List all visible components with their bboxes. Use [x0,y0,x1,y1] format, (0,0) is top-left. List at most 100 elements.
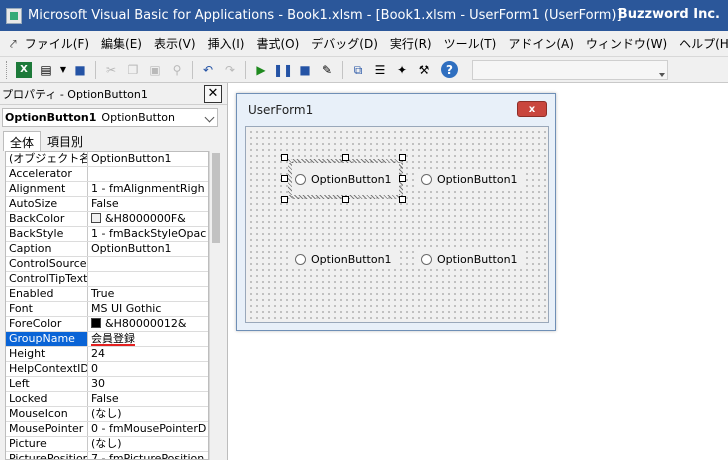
userform-designer-window[interactable]: UserForm1 x OptionButton1 OptionButton1 … [236,93,556,331]
property-value[interactable]: False [88,197,208,211]
resize-handle[interactable] [281,175,288,182]
close-icon[interactable]: ✕ [204,84,222,103]
property-value[interactable]: 24 [88,347,208,361]
option-button-1[interactable]: OptionButton1 [292,171,396,187]
property-value[interactable]: 30 [88,377,208,391]
property-row[interactable]: Left 30 [6,377,208,392]
userform-canvas[interactable]: OptionButton1 OptionButton1 OptionButton… [245,126,549,323]
project-explorer-icon[interactable]: ⧉ [349,61,367,79]
find-icon[interactable]: ⚲ [168,61,186,79]
property-grid-scrollbar[interactable] [209,151,222,460]
property-value[interactable]: True [88,287,208,301]
property-name: Height [6,347,88,361]
copy-icon[interactable]: ❐ [124,61,142,79]
save-icon[interactable]: ■ [71,61,89,79]
resize-handle[interactable] [281,196,288,203]
property-row[interactable]: HelpContextID 0 [6,362,208,377]
property-value[interactable] [88,257,208,271]
menu-help[interactable]: ヘルプ(H) [679,33,728,54]
scrollbar-thumb[interactable] [212,153,220,243]
property-row[interactable]: ControlSource [6,257,208,272]
property-value[interactable]: 1 - fmBackStyleOpac [88,227,208,241]
insert-userform-icon[interactable]: ▤ [37,61,55,79]
menu-window[interactable]: ウィンドウ(W) [586,33,667,54]
object-selector[interactable]: OptionButton1 OptionButton [2,108,218,127]
property-row[interactable]: AutoSize False [6,197,208,212]
run-icon[interactable]: ▶ [252,61,270,79]
tab-alphabetic[interactable]: 全体 [3,131,42,151]
help-icon[interactable]: ? [441,61,458,78]
resize-handle[interactable] [342,196,349,203]
toolbar-grip[interactable] [6,60,9,79]
property-row[interactable]: Picture (なし) [6,437,208,452]
redo-icon[interactable]: ↷ [221,61,239,79]
property-row[interactable]: Accelerator [6,167,208,182]
toolbar-separator [245,60,246,79]
property-value[interactable]: &H80000012& [88,317,208,331]
property-row[interactable]: ForeColor &H80000012& [6,317,208,332]
property-row[interactable]: GroupName 会員登録 [6,332,208,347]
property-value[interactable]: 会員登録 [88,332,208,346]
property-value[interactable]: 1 - fmAlignmentRigh [88,182,208,196]
property-value[interactable] [88,167,208,181]
menu-file[interactable]: ファイル(F) [25,33,89,54]
tab-categorized[interactable]: 項目別 [41,131,89,151]
property-value[interactable] [88,272,208,286]
design-mode-icon[interactable]: ✎ [318,61,336,79]
reset-icon[interactable]: ■ [296,61,314,79]
property-row[interactable]: BackStyle 1 - fmBackStyleOpac [6,227,208,242]
close-icon[interactable]: x [517,101,547,117]
property-value[interactable]: (なし) [88,437,208,451]
property-row[interactable]: MousePointer 0 - fmMousePointerD [6,422,208,437]
menu-addins[interactable]: アドイン(A) [508,33,574,54]
properties-window-icon[interactable]: ☰ [371,61,389,79]
property-value[interactable]: 0 - fmMousePointerD [88,422,208,436]
menu-debug[interactable]: デバッグ(D) [311,33,378,54]
property-row[interactable]: Font MS UI Gothic [6,302,208,317]
property-row[interactable]: Caption OptionButton1 [6,242,208,257]
property-value[interactable]: OptionButton1 [88,242,208,256]
option-button-4[interactable]: OptionButton1 [418,251,522,267]
toolbox-icon[interactable]: ⚒ [415,61,433,79]
vba-ide-icon[interactable]: ⤤ [10,36,17,52]
property-row[interactable]: MouseIcon (なし) [6,407,208,422]
property-row[interactable]: Enabled True [6,287,208,302]
resize-handle[interactable] [342,154,349,161]
property-row[interactable]: PicturePosition 7 - fmPicturePosition [6,452,208,459]
option-button-3[interactable]: OptionButton1 [292,251,396,267]
property-row[interactable]: Height 24 [6,347,208,362]
menu-run[interactable]: 実行(R) [390,33,432,54]
option-button-2[interactable]: OptionButton1 [418,171,522,187]
menu-insert[interactable]: 挿入(I) [208,33,245,54]
property-value[interactable]: MS UI Gothic [88,302,208,316]
resize-handle[interactable] [399,154,406,161]
menu-tools[interactable]: ツール(T) [444,33,497,54]
resize-handle[interactable] [281,154,288,161]
property-row[interactable]: ControlTipText [6,272,208,287]
resize-handle[interactable] [399,175,406,182]
property-value[interactable]: OptionButton1 [88,152,208,166]
resize-handle[interactable] [399,196,406,203]
paste-icon[interactable]: ▣ [146,61,164,79]
chevron-down-icon[interactable] [204,112,215,123]
property-value[interactable]: (なし) [88,407,208,421]
property-row[interactable]: Locked False [6,392,208,407]
property-value[interactable]: 7 - fmPicturePosition [88,452,208,459]
property-value[interactable]: 0 [88,362,208,376]
undo-icon[interactable]: ↶ [199,61,217,79]
property-value[interactable]: False [88,392,208,406]
property-value-text: 1 - fmAlignmentRigh [91,182,205,195]
menu-edit[interactable]: 編集(E) [101,33,142,54]
property-row[interactable]: BackColor &H8000000F& [6,212,208,227]
menu-format[interactable]: 書式(O) [256,33,299,54]
cut-icon[interactable]: ✂ [102,61,120,79]
menu-view[interactable]: 表示(V) [154,33,196,54]
property-value-text: &H80000012& [105,317,187,330]
insert-dropdown-icon[interactable]: ▼ [59,61,67,79]
break-icon[interactable]: ❚❚ [273,61,293,79]
property-row[interactable]: Alignment 1 - fmAlignmentRigh [6,182,208,197]
view-excel-icon[interactable]: X [16,61,32,78]
property-value[interactable]: &H8000000F& [88,212,208,226]
property-row[interactable]: (オブジェクト名) OptionButton1 [6,152,208,167]
object-browser-icon[interactable]: ✦ [393,61,411,79]
